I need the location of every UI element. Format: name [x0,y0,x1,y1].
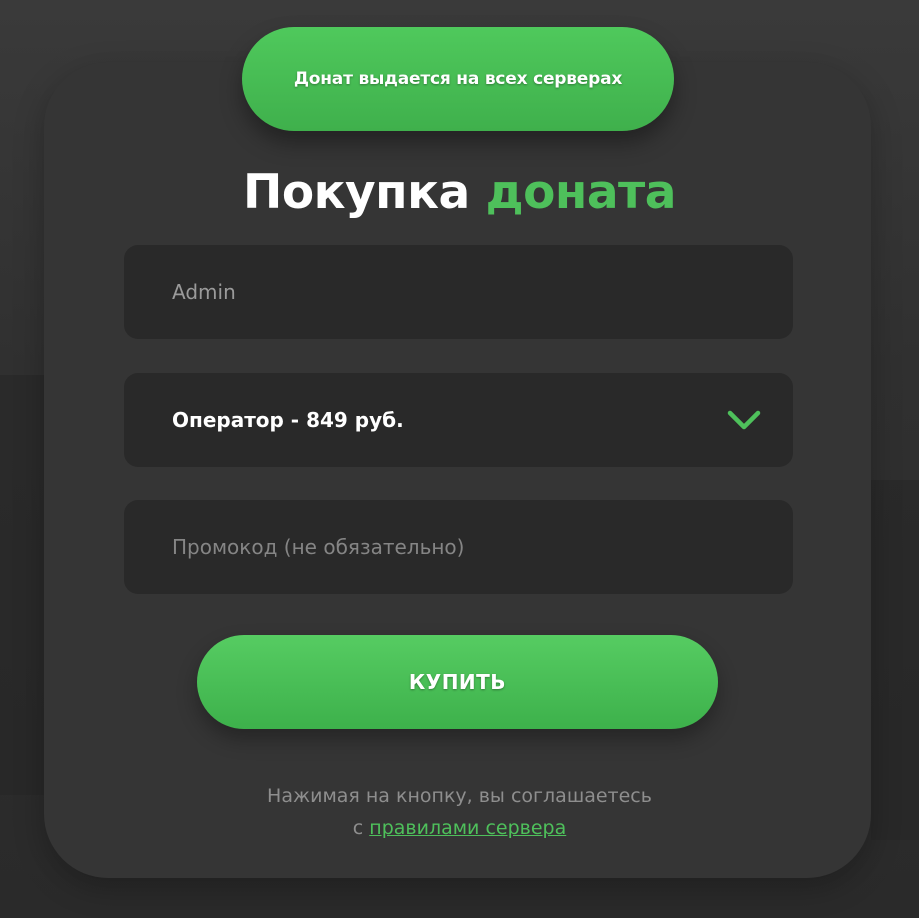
page-title: Покупка доната [0,165,919,220]
servers-badge: Донат выдается на всех серверах [242,27,674,131]
background-block-left [0,375,44,795]
chevron-down-icon[interactable] [727,403,761,437]
username-value: Admin [172,280,236,304]
agreement-line1: Нажимая на кнопку, вы соглашаетесь [267,785,652,807]
page-title-accent: доната [485,165,677,220]
privilege-selected-value: Оператор - 849 руб. [172,408,404,432]
server-rules-link[interactable]: правилами сервера [369,817,566,839]
agreement-line2: с правилами сервера [0,812,919,844]
buy-button-label: КУПИТЬ [408,670,507,694]
page-title-main: Покупка [242,165,470,220]
username-field[interactable]: Admin [124,245,793,339]
agreement-prefix: с [352,817,364,839]
agreement-text: Нажимая на кнопку, вы соглашаетесь с пра… [0,780,919,844]
privilege-select[interactable]: Оператор - 849 руб. [124,373,793,467]
promo-code-input[interactable]: Промокод (не обязательно) [124,500,793,594]
buy-button[interactable]: КУПИТЬ [197,635,718,729]
promo-code-placeholder: Промокод (не обязательно) [172,535,465,559]
servers-badge-text: Донат выдается на всех серверах [293,69,623,89]
